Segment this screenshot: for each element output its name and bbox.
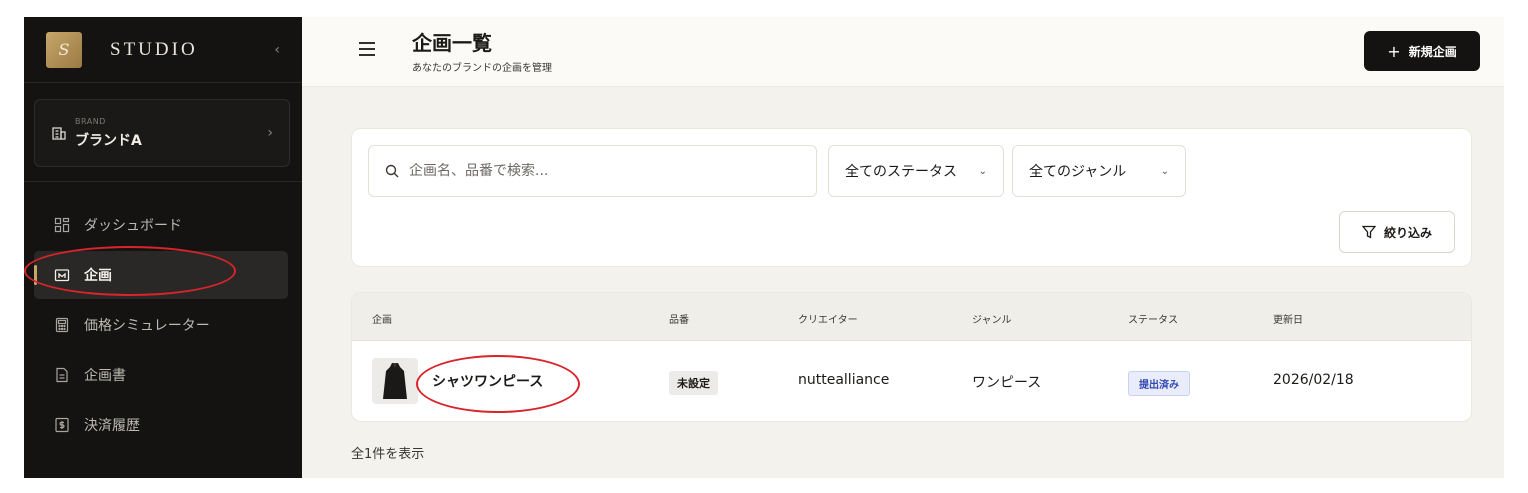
- search-icon: [385, 164, 399, 178]
- sidebar-item-proposals[interactable]: 企画書: [34, 351, 288, 399]
- project-name[interactable]: シャツワンピース: [432, 371, 543, 391]
- folder-icon: [54, 269, 70, 282]
- genre-select[interactable]: 全てのジャンル ⌄: [1012, 145, 1186, 197]
- plus-icon: +: [1387, 41, 1401, 61]
- column-header-creator[interactable]: クリエイター: [798, 311, 858, 326]
- sidebar-item-payment-history[interactable]: 決済履歴: [34, 401, 288, 449]
- app-window: S STUDIO ‹ BRAND ブランドA › ダッシュボード 企画 価格シミ…: [24, 17, 1504, 478]
- page-title: 企画一覧: [412, 31, 492, 55]
- genre-cell: ワンピース: [972, 375, 1042, 391]
- sidebar-item-label: ダッシュボード: [84, 218, 182, 234]
- sidebar-item-label: 企画: [84, 268, 112, 284]
- status-select-value: 全てのステータス: [845, 164, 957, 180]
- filter-button-label: 絞り込み: [1383, 225, 1432, 240]
- sidebar-item-price-simulator[interactable]: 価格シミュレーター: [34, 301, 288, 349]
- app-name: STUDIO: [110, 38, 198, 60]
- main-content: 企画一覧 あなたのブランドの企画を管理 + 新規企画 全てのステータス ⌄ 全て…: [302, 17, 1504, 478]
- sidebar-divider: [24, 181, 302, 182]
- building-icon: [52, 127, 66, 140]
- column-header-updated[interactable]: 更新日: [1273, 311, 1303, 326]
- receipt-icon: [55, 417, 69, 433]
- updated-date-cell: 2026/02/18: [1273, 372, 1354, 388]
- project-name-cell[interactable]: シャツワンピース: [372, 358, 543, 404]
- sidebar-nav: ダッシュボード 企画 価格シミュレーター 企画書 決済履歴: [24, 201, 302, 451]
- collapse-sidebar-icon[interactable]: ‹: [274, 42, 280, 58]
- filter-icon: [1361, 225, 1376, 239]
- sidebar-item-label: 決済履歴: [84, 418, 140, 434]
- hamburger-menu-icon[interactable]: [358, 41, 376, 57]
- projects-table: 企画 品番 クリエイター ジャンル ステータス 更新日 シャツワンピース 未設定…: [351, 292, 1472, 422]
- table-header: 企画 品番 クリエイター ジャンル ステータス 更新日: [352, 293, 1471, 341]
- column-header-genre[interactable]: ジャンル: [972, 311, 1012, 326]
- column-header-project[interactable]: 企画: [372, 311, 392, 326]
- filter-button[interactable]: 絞り込み: [1339, 211, 1455, 253]
- sidebar-item-label: 価格シミュレーター: [84, 318, 210, 334]
- sidebar-item-dashboard[interactable]: ダッシュボード: [34, 201, 288, 249]
- status-select[interactable]: 全てのステータス ⌄: [828, 145, 1004, 197]
- dress-image: [383, 363, 407, 399]
- brand-name: ブランドA: [75, 132, 142, 149]
- new-project-label: 新規企画: [1408, 44, 1457, 59]
- table-row[interactable]: シャツワンピース 未設定 nuttealliance ワンピース 提出済み 20…: [352, 341, 1471, 421]
- chevron-right-icon: ›: [267, 125, 273, 141]
- column-header-sku[interactable]: 品番: [669, 311, 689, 326]
- brand-caption: BRAND: [75, 116, 106, 126]
- column-header-status[interactable]: ステータス: [1128, 311, 1178, 326]
- status-badge: 提出済み: [1128, 371, 1190, 396]
- creator-cell: nuttealliance: [798, 372, 890, 388]
- chevron-down-icon: ⌄: [1160, 165, 1169, 177]
- result-count: 全1件を表示: [351, 447, 425, 462]
- product-thumbnail: [372, 358, 418, 404]
- search-input[interactable]: [409, 163, 816, 179]
- sku-badge: 未設定: [669, 371, 718, 395]
- document-icon: [56, 367, 68, 383]
- sidebar-header: S STUDIO ‹: [24, 17, 302, 83]
- sidebar-item-label: 企画書: [84, 368, 126, 384]
- sidebar-item-projects[interactable]: 企画: [34, 251, 288, 299]
- brand-switcher[interactable]: BRAND ブランドA ›: [34, 99, 290, 167]
- chevron-down-icon: ⌄: [978, 165, 987, 177]
- dashboard-icon: [54, 217, 70, 233]
- page-subtitle: あなたのブランドの企画を管理: [412, 63, 552, 74]
- calculator-icon: [55, 317, 69, 333]
- search-box[interactable]: [368, 145, 817, 197]
- sidebar: S STUDIO ‹ BRAND ブランドA › ダッシュボード 企画 価格シミ…: [24, 17, 302, 478]
- studio-logo[interactable]: S: [46, 31, 82, 68]
- filter-panel: 全てのステータス ⌄ 全てのジャンル ⌄ 絞り込み: [351, 128, 1472, 267]
- top-bar: 企画一覧 あなたのブランドの企画を管理 + 新規企画: [302, 17, 1504, 87]
- new-project-button[interactable]: + 新規企画: [1364, 31, 1480, 71]
- genre-select-value: 全てのジャンル: [1029, 164, 1127, 180]
